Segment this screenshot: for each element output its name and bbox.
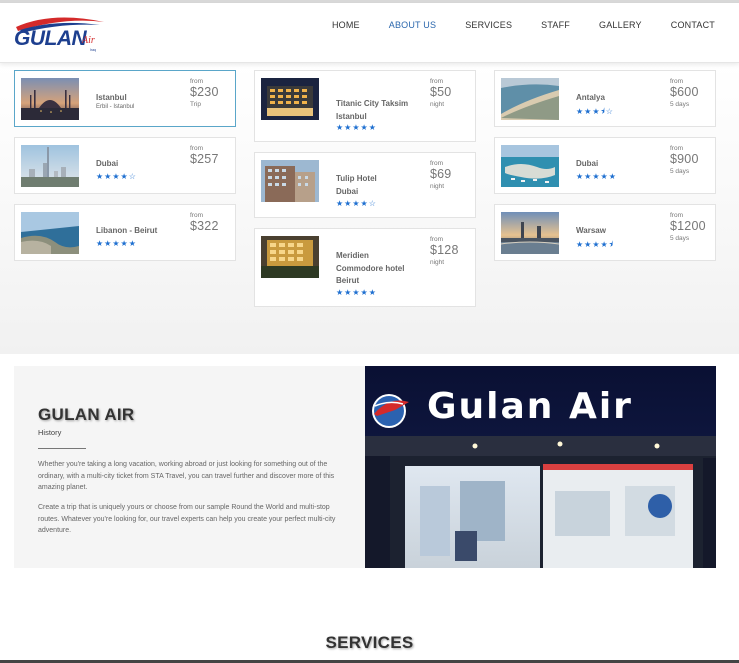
deal-rating: ★★★★☆ xyxy=(96,172,137,181)
deal-rating: ★★★★★ xyxy=(336,123,377,132)
deal-card-tulip-hotel[interactable]: Tulip Hotel Dubai ★★★★☆ from $69 night xyxy=(254,152,476,218)
deal-image-dubai-marina xyxy=(501,145,559,187)
deal-from-label: from xyxy=(190,78,203,85)
deal-unit: Trip xyxy=(190,101,201,108)
deal-price: $128 xyxy=(430,243,459,257)
deal-image-beirut xyxy=(21,212,79,254)
deal-rating: ★★★★☆ xyxy=(336,199,377,208)
site-header: GULAN Air Iraq HOME ABOUT US SERVICES ST… xyxy=(0,3,739,63)
deal-price: $69 xyxy=(430,167,452,181)
deal-from-label: from xyxy=(190,212,203,219)
nav-contact[interactable]: CONTACT xyxy=(671,20,715,30)
deal-title: Meridien Commodore hotel Beirut xyxy=(336,251,405,285)
deal-card-warsaw[interactable]: Warsaw ★★★★⯨ from $1200 5 days xyxy=(494,204,716,261)
about-paragraph-2: Create a trip that is uniquely yours or … xyxy=(38,504,336,534)
deal-card-titanic-city[interactable]: Titanic City Taksim Istanbul ★★★★★ from … xyxy=(254,70,476,142)
nav-about-us[interactable]: ABOUT US xyxy=(389,20,436,30)
deal-from-label: from xyxy=(670,78,683,85)
deal-price: $257 xyxy=(190,152,219,166)
nav-staff[interactable]: STAFF xyxy=(541,20,570,30)
deal-card-istanbul[interactable]: Istanbul Erbil - Istanbul from $230 Trip xyxy=(14,70,236,127)
main-nav: HOME ABOUT US SERVICES STAFF GALLERY CON… xyxy=(303,20,715,30)
deals-section: Istanbul Erbil - Istanbul from $230 Trip… xyxy=(0,64,739,354)
deal-title: Antalya xyxy=(576,93,605,102)
nav-gallery[interactable]: GALLERY xyxy=(599,20,642,30)
deal-price: $230 xyxy=(190,85,219,99)
deal-image-dubai xyxy=(21,145,79,187)
deal-card-antalya[interactable]: Antalya ★★★⯨☆ from $600 5 days xyxy=(494,70,716,127)
deal-title: Libanon - Beirut xyxy=(96,226,158,235)
deal-image-meridien xyxy=(261,236,319,278)
deal-unit: night xyxy=(430,259,445,266)
about-divider xyxy=(38,448,86,449)
about-subtitle: History xyxy=(38,428,62,437)
deal-rating: ★★★★★ xyxy=(336,288,377,297)
deal-title: Dubai xyxy=(576,159,599,168)
deal-title: Warsaw xyxy=(576,226,606,235)
storefront-sign-text: Gulan Air xyxy=(427,386,633,427)
deal-rating: ★★★★★ xyxy=(96,239,137,248)
deal-card-dubai-5-days[interactable]: Dubai ★★★★★ from $900 5 days xyxy=(494,137,716,194)
deal-rating: ★★★★⯨ xyxy=(576,240,614,249)
nav-services[interactable]: SERVICES xyxy=(465,20,512,30)
deal-from-label: from xyxy=(430,236,443,243)
office-storefront-photo: Gulan Air xyxy=(365,366,716,568)
deal-title: Dubai xyxy=(96,159,119,168)
logo-text: GULAN xyxy=(14,27,87,50)
deal-rating: ★★★★★ xyxy=(576,172,617,181)
about-panel: GULAN AIR History Whether you're taking … xyxy=(14,366,365,568)
deal-image-titanic-city xyxy=(261,78,319,120)
deal-unit: 5 days xyxy=(670,101,690,108)
deal-unit: 5 days xyxy=(670,168,690,175)
deal-route: Erbil - Istanbul xyxy=(96,104,135,110)
deal-title: Tulip Hotel Dubai xyxy=(336,174,377,196)
deal-price: $1200 xyxy=(670,219,706,233)
deal-from-label: from xyxy=(430,78,443,85)
deal-card-meridien[interactable]: Meridien Commodore hotel Beirut ★★★★★ fr… xyxy=(254,228,476,307)
deal-price: $50 xyxy=(430,85,452,99)
deal-title: Titanic City Taksim Istanbul xyxy=(336,99,409,121)
about-paragraph-1: Whether you're taking a long vacation, w… xyxy=(38,461,335,491)
deal-image-istanbul xyxy=(21,78,79,120)
deal-card-dubai[interactable]: Dubai ★★★★☆ from $257 xyxy=(14,137,236,194)
deal-image-warsaw xyxy=(501,212,559,254)
deal-price: $900 xyxy=(670,152,699,166)
deal-card-beirut[interactable]: Libanon - Beirut ★★★★★ from $322 xyxy=(14,204,236,261)
gulan-air-logo[interactable]: GULAN Air Iraq xyxy=(12,13,108,53)
logo-graphic: GULAN Air Iraq xyxy=(14,17,104,52)
deal-unit: night xyxy=(430,183,445,190)
logo-script: Air xyxy=(81,35,95,46)
deal-unit: night xyxy=(430,101,445,108)
deal-image-tulip-hotel xyxy=(261,160,319,202)
deal-title: Istanbul xyxy=(96,93,127,102)
services-heading: SERVICES xyxy=(325,633,414,652)
deal-from-label: from xyxy=(430,160,443,167)
nav-home[interactable]: HOME xyxy=(332,20,360,30)
deal-from-label: from xyxy=(670,145,683,152)
deal-price: $322 xyxy=(190,219,219,233)
deal-from-label: from xyxy=(190,145,203,152)
deal-image-antalya xyxy=(501,78,559,120)
deal-from-label: from xyxy=(670,212,683,219)
about-title: GULAN AIR xyxy=(38,405,135,424)
deal-price: $600 xyxy=(670,85,699,99)
deal-rating: ★★★⯨☆ xyxy=(576,107,614,116)
deal-unit: 5 days xyxy=(670,235,690,242)
logo-tag: Iraq xyxy=(90,48,96,52)
